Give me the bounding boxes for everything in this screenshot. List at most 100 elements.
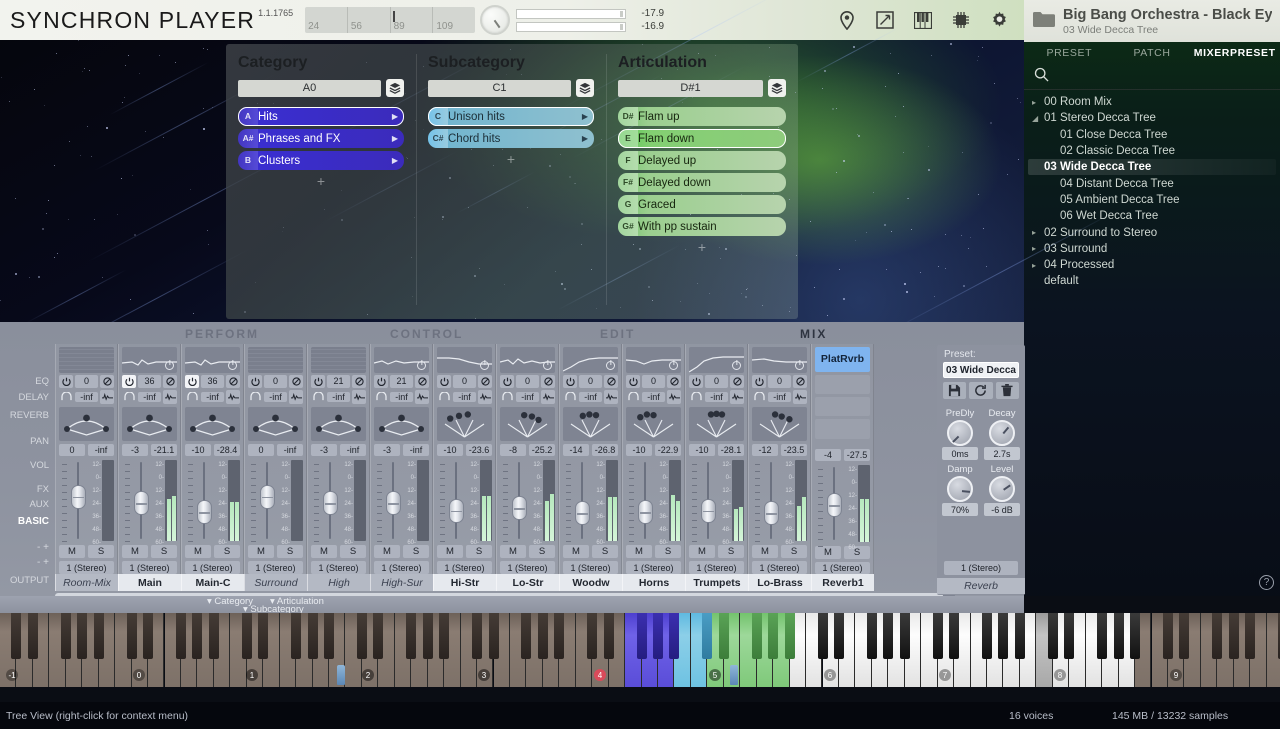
channel-name-tab[interactable]: Hi-Str [433, 574, 496, 591]
gear-icon[interactable] [988, 9, 1010, 31]
phase-invert-icon[interactable] [604, 374, 618, 388]
channel-fader[interactable] [571, 460, 593, 541]
channel-fader[interactable] [382, 460, 404, 541]
piano-black-key[interactable] [439, 613, 450, 659]
reverb-knob-value[interactable]: 2.7s [984, 447, 1020, 460]
tree-item[interactable]: 06 Wet Decca Tree [1024, 208, 1280, 224]
volume-db[interactable]: -28.4 [214, 443, 240, 457]
delay-power-icon[interactable] [563, 374, 577, 388]
eq-power-icon[interactable] [543, 360, 552, 370]
delay-value[interactable]: 0 [642, 374, 665, 388]
channel-output[interactable]: 1 (Stereo) [563, 561, 618, 574]
eq-power-icon[interactable] [417, 360, 426, 370]
piano-black-key[interactable] [192, 613, 203, 659]
piano-black-key[interactable] [291, 613, 302, 659]
reverb-value[interactable]: -inf [75, 391, 98, 402]
tree-expand-arrow-icon[interactable]: ▸ [1032, 228, 1044, 237]
volume-value[interactable]: 0 [59, 443, 85, 457]
piano-black-key[interactable] [883, 613, 894, 659]
volume-value[interactable]: -12 [752, 443, 778, 457]
reverb-wave-icon[interactable] [100, 389, 114, 404]
channel-name-tab[interactable]: Room-Mix [55, 574, 118, 591]
tab-preset[interactable]: PRESET [1028, 47, 1111, 59]
piano-black-key[interactable] [77, 613, 88, 659]
tree-item[interactable]: ▸ 00 Room Mix [1024, 94, 1280, 110]
channel-name-tab[interactable]: Surround [244, 574, 307, 591]
mute-button[interactable]: M [815, 546, 841, 559]
piano-black-key[interactable] [653, 613, 663, 659]
master-volume-knob[interactable] [480, 5, 511, 35]
volume-db[interactable]: -25.2 [529, 443, 555, 457]
reverb-wave-icon[interactable] [352, 389, 366, 404]
reverb-value[interactable]: -inf [579, 391, 602, 402]
delay-power-icon[interactable] [689, 374, 703, 388]
reverb-send-icon[interactable] [185, 392, 199, 401]
fader-knob[interactable] [259, 484, 275, 509]
send-slot-empty[interactable] [815, 374, 870, 394]
piano-black-key[interactable] [11, 613, 22, 659]
volume-db[interactable]: -28.1 [718, 443, 744, 457]
send-slot-active[interactable]: PlatRvrb [815, 347, 870, 372]
piano-black-key[interactable] [60, 613, 71, 659]
selector-item[interactable]: E Flam down [618, 129, 786, 148]
resize-icon[interactable] [874, 9, 896, 31]
solo-button[interactable]: S [529, 545, 555, 559]
solo-button[interactable]: S [466, 545, 492, 559]
tree-item[interactable]: ◢ 01 Stereo Decca Tree [1024, 110, 1280, 126]
eq-display[interactable] [59, 347, 114, 373]
delay-power-icon[interactable] [626, 374, 640, 388]
reverb-value[interactable]: -inf [642, 391, 665, 402]
reverb-knob-value[interactable]: 70% [942, 503, 978, 516]
delay-value[interactable]: 0 [453, 374, 476, 388]
reverb-channel-name[interactable]: Reverb [937, 578, 1025, 594]
reverb-wave-icon[interactable] [415, 389, 429, 404]
piano-black-key[interactable] [833, 613, 844, 659]
fader-knob[interactable] [448, 498, 464, 523]
pan-display[interactable] [374, 406, 429, 441]
volume-value[interactable]: 0 [248, 443, 274, 457]
channel-fader[interactable] [130, 460, 152, 541]
reverb-knob-dial[interactable] [947, 420, 973, 446]
channel-name-tab[interactable]: High [307, 574, 370, 591]
reverb-wave-icon[interactable] [163, 389, 177, 404]
channel-output[interactable]: 1 (Stereo) [752, 561, 807, 574]
reverb-wave-icon[interactable] [667, 389, 681, 404]
reverb-value[interactable]: -inf [327, 391, 350, 402]
piano-black-key[interactable] [669, 613, 680, 659]
tree-item[interactable]: default [1024, 273, 1280, 289]
volume-db[interactable]: -26.8 [592, 443, 618, 457]
piano-keys[interactable]: -1 0 1 2 3 4 5 6 7 8 9 [0, 613, 1280, 687]
channel-fader[interactable] [823, 465, 845, 542]
eq-display[interactable] [248, 347, 303, 373]
piano-black-key[interactable] [356, 613, 367, 659]
piano-black-key[interactable] [241, 613, 252, 659]
reload-icon[interactable] [969, 382, 993, 399]
volume-value[interactable]: -3 [122, 443, 148, 457]
channel-name-tab[interactable]: Lo-Str [496, 574, 559, 591]
volume-value[interactable]: -10 [689, 443, 715, 457]
reverb-value[interactable]: -inf [768, 391, 791, 402]
piano-black-key[interactable] [702, 613, 713, 659]
mute-button[interactable]: M [752, 545, 778, 559]
fader-knob[interactable] [196, 500, 212, 525]
channel-fader[interactable] [193, 460, 215, 541]
piano-black-key[interactable] [998, 613, 1009, 659]
fader-knob[interactable] [385, 491, 401, 516]
piano-black-key[interactable] [324, 613, 334, 659]
delay-power-icon[interactable] [59, 374, 73, 388]
mute-button[interactable]: M [185, 545, 211, 559]
reverb-output-field[interactable]: 1 (Stereo) [944, 561, 1018, 575]
reverb-knob-dial[interactable] [947, 476, 973, 502]
pan-display[interactable] [563, 406, 618, 441]
subcategory-key-field[interactable]: C1 [428, 79, 571, 97]
channel-output[interactable]: 1 (Stereo) [122, 561, 177, 574]
category-key-field[interactable]: A0 [238, 79, 381, 97]
piano-black-key[interactable] [373, 613, 384, 659]
solo-button[interactable]: S [781, 545, 807, 559]
piano-black-key[interactable] [768, 613, 779, 659]
volume-value[interactable]: -4 [815, 448, 841, 461]
layers-icon[interactable] [386, 79, 404, 97]
delay-value[interactable]: 21 [327, 374, 350, 388]
channel-fader[interactable] [319, 460, 341, 541]
reverb-wave-icon[interactable] [604, 389, 618, 404]
